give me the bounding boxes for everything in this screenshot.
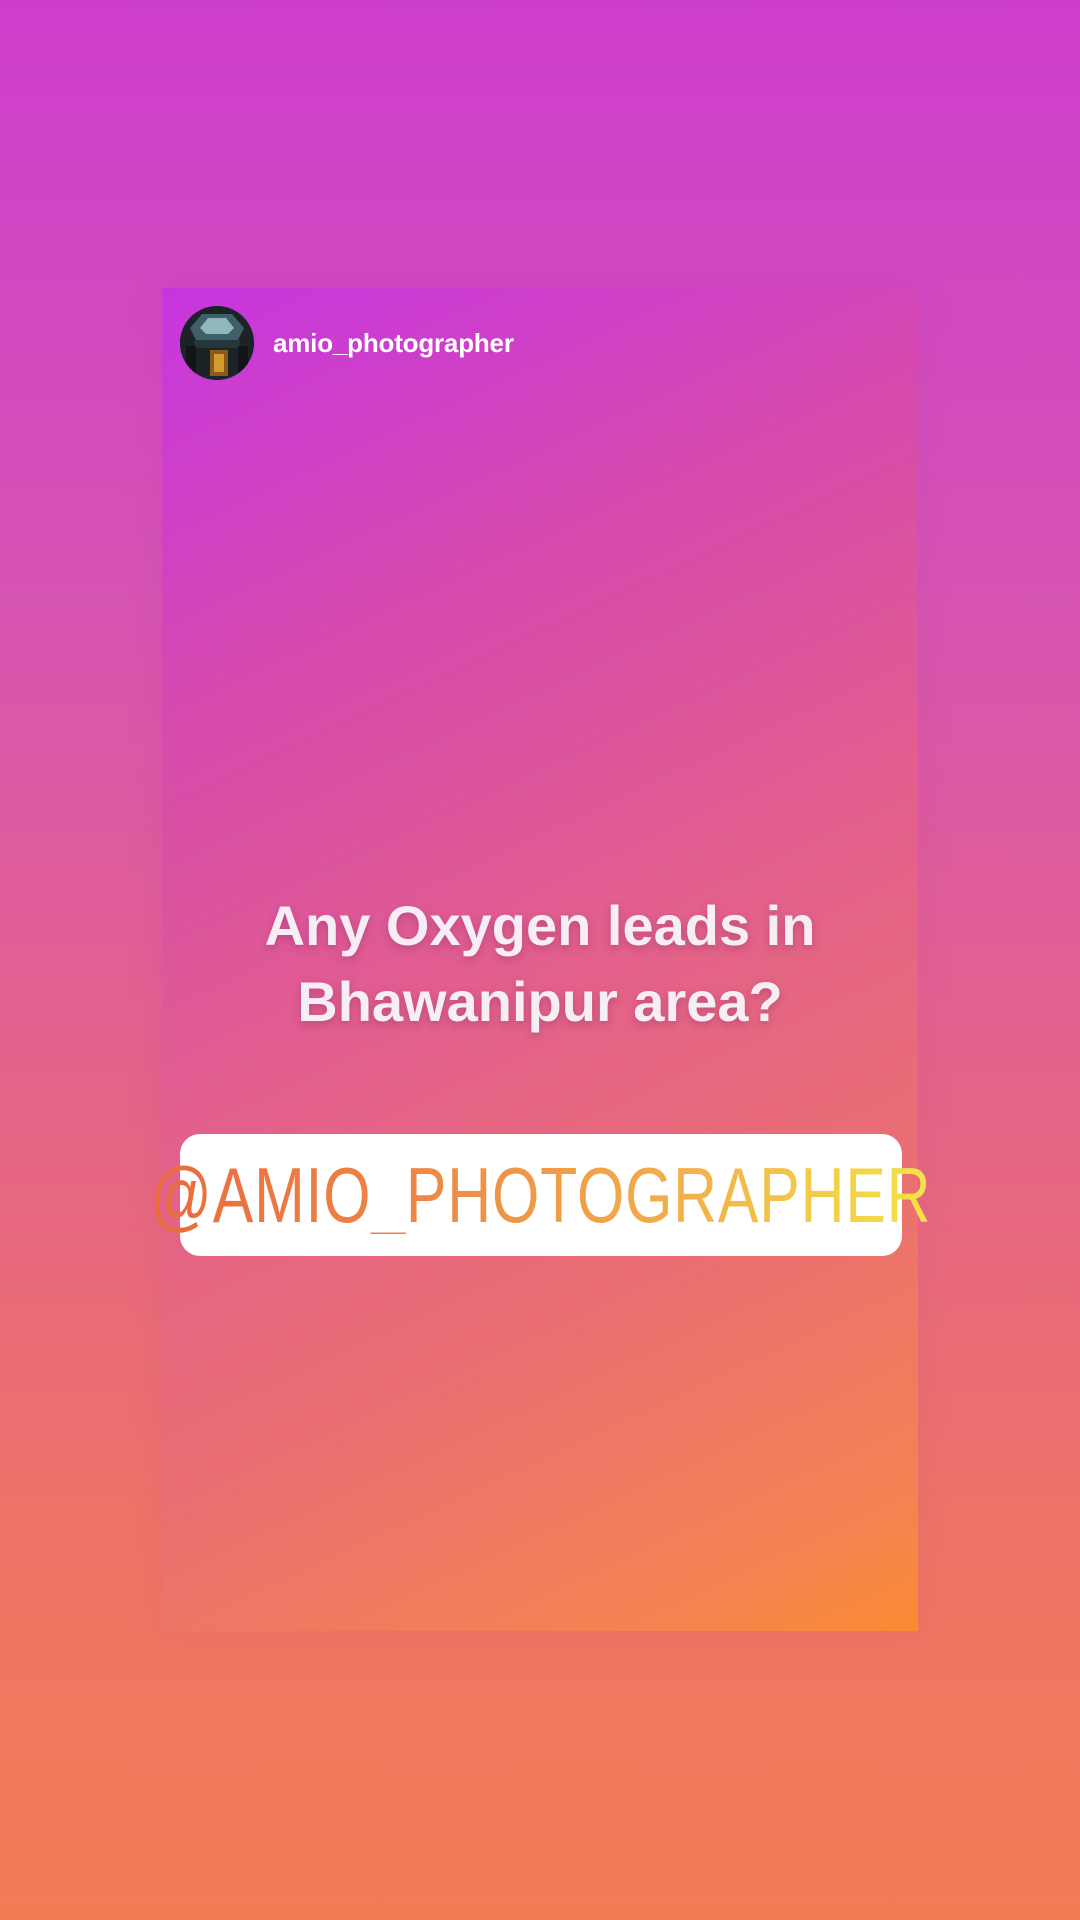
mention-sticker[interactable]: @AMIO_PHOTOGRAPHER xyxy=(150,1134,931,1256)
question-text: Any Oxygen leads in Bhawanipur area? xyxy=(264,894,816,1033)
shared-post-card[interactable]: amio_photographer Any Oxygen leads in Bh… xyxy=(150,288,931,1631)
profile-photo-icon[interactable] xyxy=(180,306,254,380)
post-header[interactable]: amio_photographer xyxy=(180,306,514,380)
username-label[interactable]: amio_photographer xyxy=(273,328,514,359)
mention-text: @AMIO_PHOTOGRAPHER xyxy=(150,1151,932,1239)
